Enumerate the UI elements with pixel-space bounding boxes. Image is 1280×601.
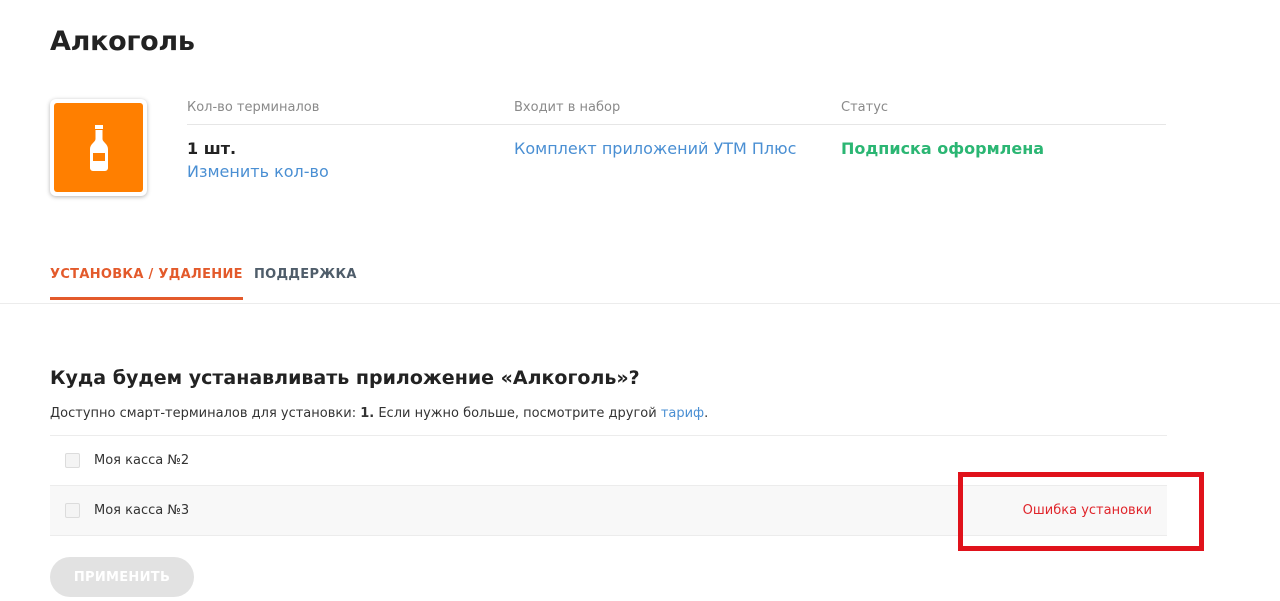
terminal-name: Моя касса №3 [94, 503, 190, 518]
apply-button[interactable]: ПРИМЕНИТЬ [50, 557, 194, 597]
bundle-link[interactable]: Комплект приложений УТМ Плюс [514, 139, 796, 158]
tabs: УСТАНОВКА / УДАЛЕНИЕ ПОДДЕРЖКА [0, 254, 1280, 304]
page-title: Алкоголь [50, 26, 195, 57]
terminal-checkbox[interactable] [65, 503, 80, 518]
alcohol-bottle-icon [54, 103, 143, 192]
terminal-name: Моя касса №2 [94, 453, 190, 468]
available-terminals-text: Доступно смарт-терминалов для установки:… [50, 406, 709, 421]
terminal-checkbox[interactable] [65, 453, 80, 468]
tariff-link[interactable]: тариф [661, 406, 704, 421]
status-label: Статус [841, 100, 1166, 125]
terminals-label: Кол-во терминалов [187, 100, 514, 125]
app-icon [50, 99, 147, 196]
status-info: Статус Подписка оформлена [841, 100, 1166, 158]
terminals-count: 1 шт. [187, 139, 237, 158]
bundle-label: Входит в набор [514, 100, 841, 125]
tab-support[interactable]: ПОДДЕРЖКА [254, 267, 357, 282]
terminals-info: Кол-во терминалов 1 шт. Изменить кол-во [187, 100, 514, 181]
error-highlight-box [958, 472, 1204, 551]
install-section-title: Куда будем устанавливать приложение «Алк… [50, 367, 640, 389]
status-badge: Подписка оформлена [841, 139, 1045, 158]
change-quantity-link[interactable]: Изменить кол-во [187, 162, 514, 181]
available-count: 1. [360, 406, 375, 421]
tab-install-remove[interactable]: УСТАНОВКА / УДАЛЕНИЕ [50, 267, 243, 300]
bundle-info: Входит в набор Комплект приложений УТМ П… [514, 100, 841, 158]
